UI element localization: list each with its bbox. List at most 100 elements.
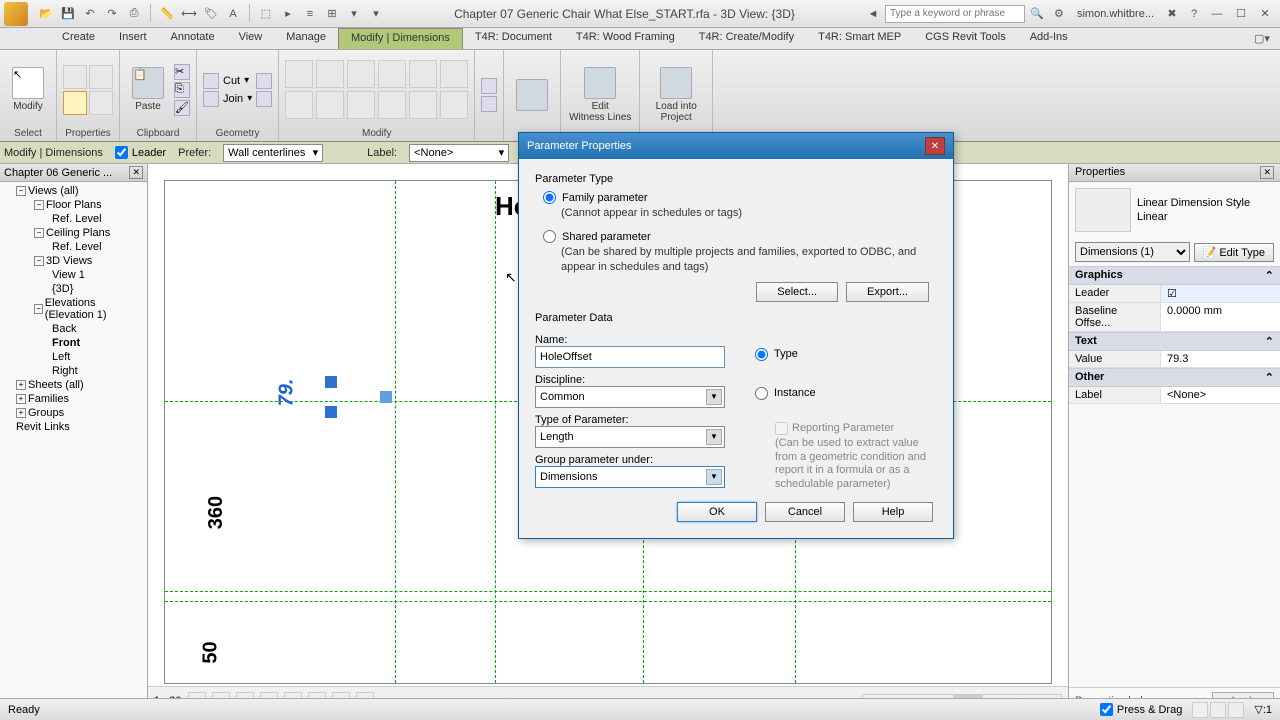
copy-clipboard-button[interactable]: ⎘ bbox=[174, 82, 190, 98]
trim-button[interactable] bbox=[378, 91, 406, 119]
dialog-close-button[interactable]: ✕ bbox=[925, 137, 945, 155]
type-properties-button[interactable] bbox=[89, 65, 113, 89]
load-into-project-button[interactable]: Load into Project bbox=[646, 60, 706, 130]
help-button[interactable]: Help bbox=[853, 502, 933, 522]
cancel-button[interactable]: Cancel bbox=[765, 502, 845, 522]
tab-t4r-document[interactable]: T4R: Document bbox=[463, 28, 564, 49]
tree-toggle-icon[interactable]: − bbox=[34, 256, 44, 266]
tree-toggle-icon[interactable]: + bbox=[16, 394, 26, 404]
value-field[interactable]: 79.3 bbox=[1161, 351, 1280, 367]
print-icon[interactable]: ⎙ bbox=[124, 4, 144, 24]
project-units-button[interactable] bbox=[89, 91, 113, 115]
ok-button[interactable]: OK bbox=[677, 502, 757, 522]
tag-icon[interactable]: 🏷 bbox=[201, 4, 221, 24]
selection-filter[interactable]: Dimensions (1) bbox=[1075, 242, 1190, 262]
cope-icon[interactable] bbox=[256, 73, 272, 89]
subscription-icon[interactable]: ⚙ bbox=[1049, 4, 1069, 24]
tab-cgs[interactable]: CGS Revit Tools bbox=[913, 28, 1018, 49]
tree-item[interactable]: −Elevations (Elevation 1) bbox=[2, 296, 145, 322]
tree-toggle-icon[interactable]: + bbox=[16, 380, 26, 390]
leader-checkbox[interactable]: Leader bbox=[115, 146, 166, 159]
discipline-select[interactable]: Common▼ bbox=[535, 386, 725, 408]
shared-parameter-radio[interactable] bbox=[543, 230, 556, 243]
filter-icon-2[interactable] bbox=[1210, 702, 1226, 718]
tree-toggle-icon[interactable]: − bbox=[34, 200, 44, 210]
filter-button[interactable]: ▽:1 bbox=[1254, 703, 1272, 716]
info-icon[interactable]: ◄ bbox=[863, 4, 883, 24]
offset-button[interactable] bbox=[316, 60, 344, 88]
tree-toggle-icon[interactable]: + bbox=[16, 408, 26, 418]
type-radio[interactable] bbox=[755, 348, 768, 361]
collapse-icon[interactable]: ⌃ bbox=[1265, 269, 1274, 282]
tree-item[interactable]: Back bbox=[2, 322, 145, 336]
tree-item[interactable]: +Sheets (all) bbox=[2, 378, 145, 392]
tree-toggle-icon[interactable]: − bbox=[34, 228, 44, 238]
browser-tree[interactable]: −Views (all)−Floor PlansRef. Level−Ceili… bbox=[0, 182, 147, 698]
tree-item[interactable]: −3D Views bbox=[2, 254, 145, 268]
baseline-value[interactable]: 0.0000 mm bbox=[1161, 303, 1280, 331]
tree-item[interactable]: View 1 bbox=[2, 268, 145, 282]
favorite-icon[interactable]: ✖ bbox=[1162, 4, 1182, 24]
copy-button[interactable] bbox=[316, 91, 344, 119]
close-windows-icon[interactable]: ⊞ bbox=[322, 4, 342, 24]
join-geometry-button[interactable]: Join ▾ bbox=[203, 91, 252, 107]
tree-item[interactable]: Left bbox=[2, 350, 145, 364]
tab-t4r-create[interactable]: T4R: Create/Modify bbox=[687, 28, 806, 49]
search-icon[interactable]: 🔍 bbox=[1027, 4, 1047, 24]
group-under-select[interactable]: Dimensions▼ bbox=[535, 466, 725, 488]
export-button[interactable]: Export... bbox=[846, 282, 929, 302]
name-input[interactable] bbox=[535, 346, 725, 368]
section-icon[interactable]: ▸ bbox=[278, 4, 298, 24]
match-button[interactable]: 🖌 bbox=[174, 100, 190, 116]
label-value[interactable]: <None> bbox=[1161, 387, 1280, 403]
browser-close-icon[interactable]: ✕ bbox=[129, 166, 143, 179]
cut-clipboard-button[interactable]: ✂ bbox=[174, 64, 190, 80]
minimize-button[interactable]: — bbox=[1206, 5, 1228, 23]
maximize-button[interactable]: ☐ bbox=[1230, 5, 1252, 23]
split-button[interactable] bbox=[409, 60, 437, 88]
modify-tool-button[interactable]: ↖ Modify bbox=[6, 55, 50, 125]
search-input[interactable] bbox=[885, 5, 1025, 23]
align-button[interactable] bbox=[285, 60, 313, 88]
label-select[interactable]: <None>▾ bbox=[409, 144, 509, 162]
dimension-icon[interactable]: ⟷ bbox=[179, 4, 199, 24]
tree-item[interactable]: −Ceiling Plans bbox=[2, 226, 145, 240]
tree-item[interactable]: −Floor Plans bbox=[2, 198, 145, 212]
dimension-grip[interactable] bbox=[325, 376, 337, 388]
type-selector[interactable]: Linear Dimension Style Linear bbox=[1137, 196, 1250, 225]
edit-witness-button[interactable]: Edit Witness Lines bbox=[567, 60, 633, 130]
tree-item[interactable]: +Families bbox=[2, 392, 145, 406]
move-button[interactable] bbox=[285, 91, 313, 119]
tab-view[interactable]: View bbox=[227, 28, 275, 49]
3d-icon[interactable]: ⬚ bbox=[256, 4, 276, 24]
tab-annotate[interactable]: Annotate bbox=[159, 28, 227, 49]
tree-toggle-icon[interactable]: − bbox=[34, 304, 43, 314]
filter-icon-1[interactable] bbox=[1192, 702, 1208, 718]
collapse-icon[interactable]: ⌃ bbox=[1265, 335, 1274, 348]
mirror-draw-button[interactable] bbox=[378, 60, 406, 88]
tree-toggle-icon[interactable]: − bbox=[16, 186, 26, 196]
leader-value[interactable]: ☑ bbox=[1161, 285, 1280, 302]
tab-manage[interactable]: Manage bbox=[274, 28, 338, 49]
press-drag-checkbox[interactable]: Press & Drag bbox=[1100, 703, 1182, 716]
ribbon-expand-icon[interactable]: ▢▾ bbox=[1252, 29, 1272, 49]
edit-type-button[interactable]: 📝Edit Type bbox=[1194, 243, 1274, 262]
undo-icon[interactable]: ↶ bbox=[80, 4, 100, 24]
rotate-button[interactable] bbox=[347, 91, 375, 119]
tab-t4r-wood[interactable]: T4R: Wood Framing bbox=[564, 28, 687, 49]
cut-geometry-button[interactable]: Cut ▾ bbox=[203, 73, 252, 89]
filter-icon-3[interactable] bbox=[1228, 702, 1244, 718]
customize-icon[interactable]: ▾ bbox=[366, 4, 386, 24]
open-icon[interactable]: 📂 bbox=[36, 4, 56, 24]
switch-windows-icon[interactable]: ▾ bbox=[344, 4, 364, 24]
paste-button[interactable]: 📋 Paste bbox=[126, 55, 170, 125]
measure-between-icon[interactable] bbox=[481, 78, 497, 94]
measure-icon[interactable]: 📏 bbox=[157, 4, 177, 24]
collapse-icon[interactable]: ⌃ bbox=[1265, 371, 1274, 384]
tree-item[interactable]: +Groups bbox=[2, 406, 145, 420]
tree-item[interactable]: Ref. Level bbox=[2, 240, 145, 254]
redo-icon[interactable]: ↷ bbox=[102, 4, 122, 24]
dimension-lock-icon[interactable] bbox=[380, 391, 392, 403]
tab-t4r-mep[interactable]: T4R: Smart MEP bbox=[806, 28, 913, 49]
tree-item[interactable]: Right bbox=[2, 364, 145, 378]
